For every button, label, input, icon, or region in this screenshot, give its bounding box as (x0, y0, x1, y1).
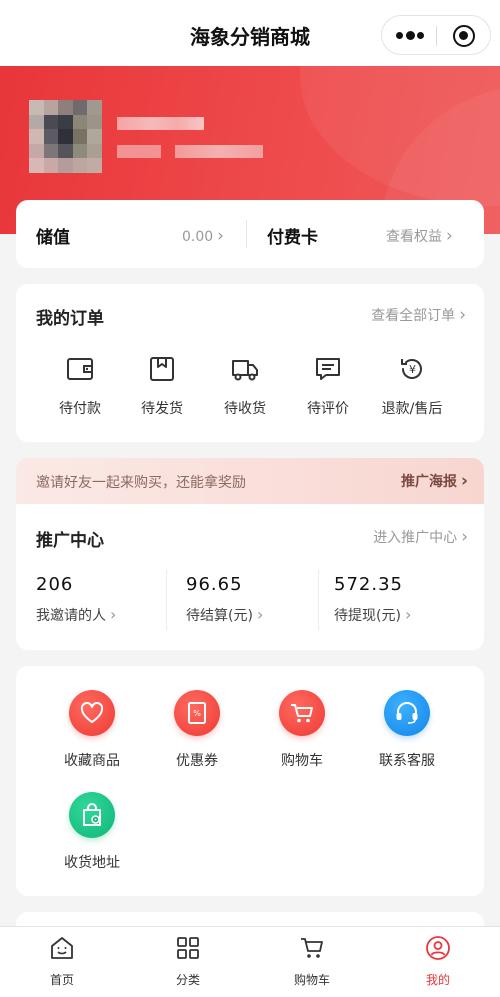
tab-cart[interactable]: 购物车 (272, 935, 352, 988)
paid-card-label: 付费卡 (267, 228, 318, 248)
user-info-redacted (117, 145, 161, 158)
nickname-redacted (117, 117, 204, 130)
tool-label: 联系客服 (379, 753, 435, 769)
home-icon (51, 937, 73, 959)
stat-value: 96.65 (186, 574, 243, 595)
tab-home[interactable]: 首页 (22, 935, 102, 988)
tab-category[interactable]: 分类 (148, 935, 228, 988)
tool-label: 优惠券 (176, 753, 218, 769)
tools-card: 收藏商品 % 优惠券 购物车 联系客服 收货地址 (16, 666, 484, 896)
nav-bar: 海象分销商城 (0, 0, 500, 66)
stat-label: 待结算(元) (186, 605, 263, 625)
order-pending-review[interactable]: 待评价 (293, 356, 363, 418)
stat-label: 我邀请的人 (36, 605, 116, 625)
order-pending-shipment[interactable]: 待发货 (127, 356, 197, 418)
stored-value-label: 储值 (36, 228, 70, 248)
cart-icon (279, 690, 325, 736)
tab-mine[interactable]: 我的 (398, 935, 478, 988)
tool-address[interactable]: 收货地址 (42, 792, 142, 872)
enter-promotion-link[interactable]: 进入推广中心 (373, 527, 468, 547)
stat-label: 待提现(元) (334, 605, 411, 625)
view-benefits-link[interactable]: 查看权益 (386, 226, 453, 246)
balance-card: 储值 0.00 付费卡 查看权益 (16, 200, 484, 268)
tool-customer-service[interactable]: 联系客服 (357, 690, 457, 770)
promo-poster-link[interactable]: 推广海报 (401, 471, 468, 491)
order-refund-aftersale[interactable]: ¥ 退款/售后 (377, 356, 447, 418)
package-icon (150, 357, 174, 381)
stat-invited[interactable]: 206 我邀请的人 (36, 574, 116, 625)
view-all-orders-link[interactable]: 查看全部订单 (371, 305, 466, 325)
order-item-label: 退款/售后 (381, 401, 443, 417)
tab-label: 分类 (175, 973, 200, 987)
more-icon[interactable] (396, 28, 424, 42)
stored-value-amount[interactable]: 0.00 (182, 226, 224, 246)
order-pending-payment[interactable]: 待付款 (45, 356, 115, 418)
capsule-divider (436, 26, 437, 46)
user-info-redacted (175, 145, 263, 158)
tool-label: 收货地址 (64, 855, 120, 871)
svg-text:¥: ¥ (409, 363, 416, 376)
orders-title: 我的订单 (36, 309, 104, 329)
order-pending-receipt[interactable]: 待收货 (210, 356, 280, 418)
stat-value: 572.35 (334, 574, 403, 595)
headset-icon (384, 690, 430, 736)
review-icon (316, 358, 340, 380)
stat-value: 206 (36, 574, 74, 595)
order-item-label: 待收货 (224, 401, 266, 417)
stat-divider (318, 570, 319, 630)
promotion-card: 推广中心 进入推广中心 206 我邀请的人 96.65 待结算(元) 572.3… (16, 504, 484, 650)
balance-divider (246, 220, 247, 248)
profile-icon (426, 936, 450, 960)
stat-pending-withdrawal[interactable]: 572.35 待提现(元) (334, 574, 411, 625)
tool-favorites[interactable]: 收藏商品 (42, 690, 142, 770)
orders-card: 我的订单 查看全部订单 待付款 待发货 待收货 待评价 ¥ 退款/售后 (16, 284, 484, 442)
tool-label: 购物车 (281, 753, 323, 769)
tool-label: 收藏商品 (64, 753, 120, 769)
avatar[interactable] (29, 100, 102, 173)
bottom-tab-bar: 首页 分类 购物车 我的 (0, 926, 500, 997)
order-item-label: 待评价 (307, 401, 349, 417)
cart-icon (301, 938, 323, 958)
stat-divider (166, 570, 167, 630)
tool-cart[interactable]: 购物车 (252, 690, 352, 770)
tab-label: 购物车 (293, 973, 330, 987)
tab-label: 首页 (49, 973, 74, 987)
close-target-icon[interactable] (453, 25, 475, 47)
invite-banner[interactable]: 邀请好友一起来购买，还能拿奖励 推广海报 (16, 458, 484, 504)
address-bag-icon (69, 792, 115, 838)
tool-coupons[interactable]: % 优惠券 (147, 690, 247, 770)
tab-label: 我的 (425, 973, 450, 987)
mini-program-capsule (381, 15, 491, 55)
svg-text:%: % (193, 709, 201, 718)
truck-icon (232, 360, 258, 381)
wallet-icon (67, 358, 93, 380)
order-item-label: 待付款 (59, 401, 101, 417)
promotion-title: 推广中心 (36, 531, 104, 551)
stat-pending-settlement[interactable]: 96.65 待结算(元) (186, 574, 263, 625)
order-item-label: 待发货 (141, 401, 183, 417)
refund-icon: ¥ (401, 359, 422, 379)
category-icon (177, 937, 199, 959)
invite-text: 邀请好友一起来购买，还能拿奖励 (36, 475, 246, 491)
heart-icon (69, 690, 115, 736)
coupon-icon: % (174, 690, 220, 736)
